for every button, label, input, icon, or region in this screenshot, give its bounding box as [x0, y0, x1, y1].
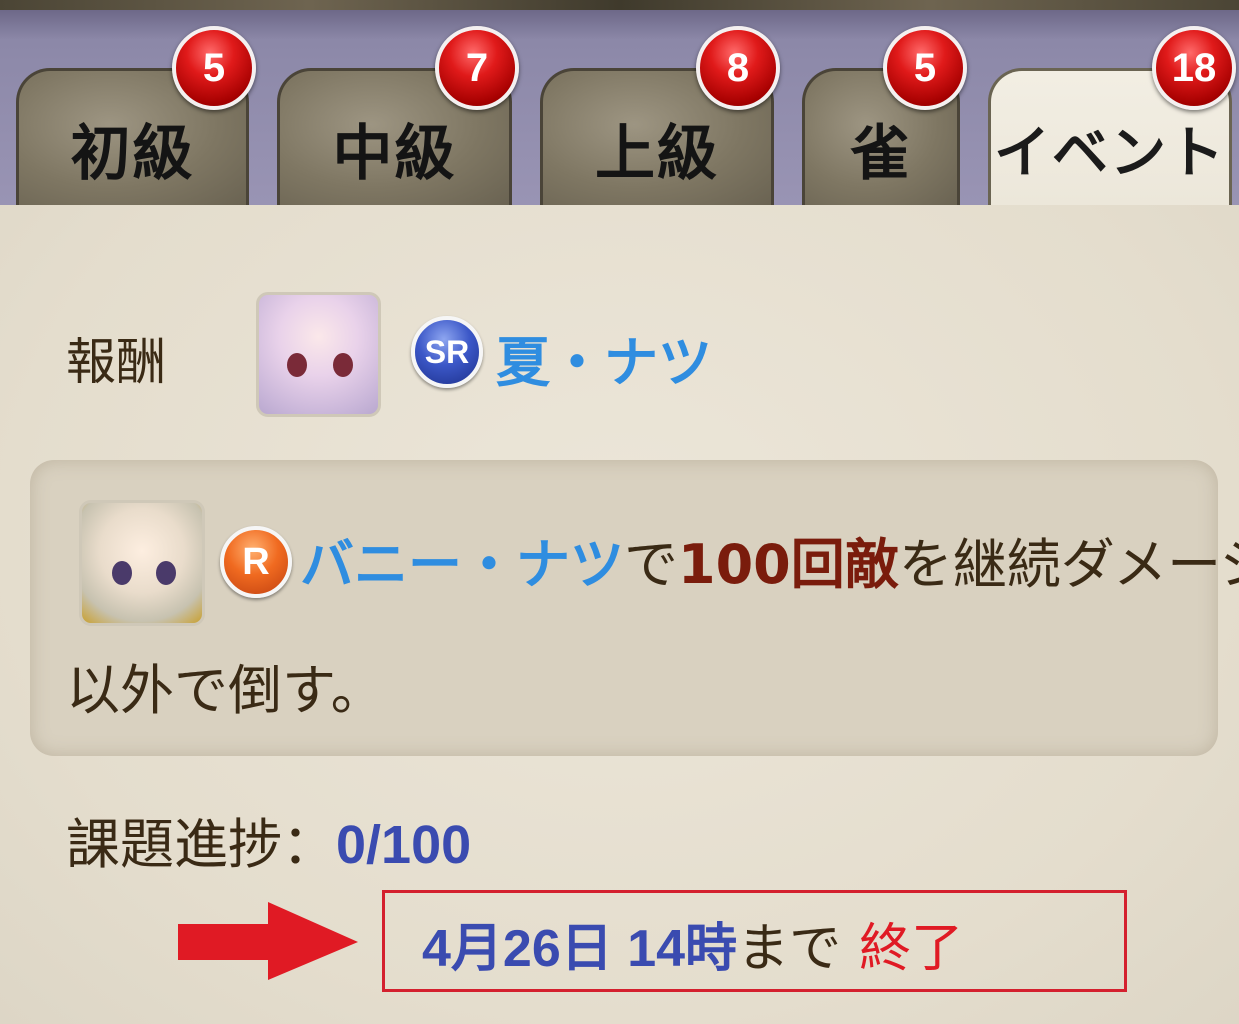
- task-character-avatar[interactable]: [79, 500, 205, 626]
- tab-label: 雀: [850, 118, 912, 189]
- tab-label: 中級: [332, 118, 457, 189]
- deadline: 4月26日 14時まで 終了: [422, 906, 963, 981]
- reward-avatar[interactable]: [256, 292, 381, 417]
- task-text-rest: を継続ダメージ: [898, 533, 1239, 596]
- tab-badge-advanced: 8: [696, 26, 780, 110]
- tab-label: イベント: [994, 119, 1226, 186]
- task-highlight: 100回敵: [678, 533, 899, 596]
- task-description-line2: 以外で倒す。: [66, 659, 385, 722]
- deadline-status: 終了: [859, 919, 964, 979]
- tab-label: 初級: [70, 118, 195, 189]
- progress-value: 0/100: [336, 815, 472, 875]
- tab-bar: 初級 中級 上級 雀 イベント 5 7 8 5 18: [0, 0, 1239, 205]
- deadline-date: 4月26日 14時: [422, 920, 738, 978]
- tab-badge-event: 18: [1152, 26, 1236, 110]
- tab-badge-intermediate: 7: [435, 26, 519, 110]
- tab-badge-beginner: 5: [172, 26, 256, 110]
- task-progress: 課題進捗：0/100: [66, 800, 471, 879]
- deadline-suffix: まで: [737, 919, 842, 979]
- arrow-right-icon: [178, 902, 358, 980]
- progress-label: 課題進捗：: [66, 813, 336, 876]
- task-description: バニー・ナツで100回敵を継続ダメージ: [300, 520, 1239, 599]
- rarity-sr-icon: SR: [411, 316, 483, 388]
- reward-label: 報酬: [66, 333, 166, 391]
- task-character-name[interactable]: バニー・ナツ: [300, 533, 624, 596]
- task-text-de: で: [624, 533, 678, 596]
- rarity-r-icon: R: [220, 526, 292, 598]
- reward-character-name[interactable]: 夏・ナツ: [496, 318, 712, 397]
- tab-badge-jong: 5: [883, 26, 967, 110]
- tab-label: 上級: [595, 118, 719, 189]
